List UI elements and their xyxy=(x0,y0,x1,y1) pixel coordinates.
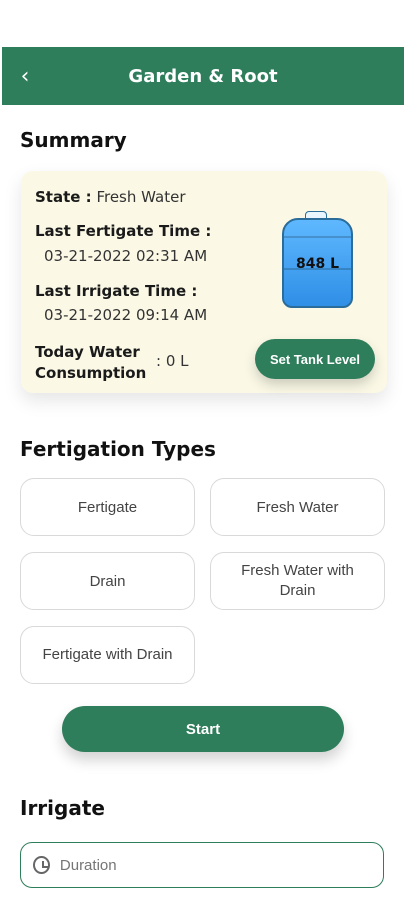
chevron-left-icon[interactable]: ‹ xyxy=(12,63,38,89)
water-tank-icon: 848 L xyxy=(280,211,355,308)
last-irrigate-value: 03-21-2022 09:14 AM xyxy=(44,306,208,324)
duration-input[interactable] xyxy=(59,856,371,874)
fertigation-types-grid: Fertigate Fresh Water Drain Fresh Water … xyxy=(20,478,386,688)
fertigation-types-title: Fertigation Types xyxy=(20,437,216,461)
type-fertigate-with-drain-button[interactable]: Fertigate with Drain xyxy=(20,626,195,684)
clock-icon xyxy=(33,856,50,874)
tank-body: 848 L xyxy=(282,218,353,308)
type-drain-button[interactable]: Drain xyxy=(20,552,195,610)
last-irrigate-label: Last Irrigate Time : xyxy=(35,282,198,300)
state-row: State : Fresh Water xyxy=(35,188,186,207)
set-tank-level-button[interactable]: Set Tank Level xyxy=(255,339,375,379)
state-label: State : xyxy=(35,188,92,206)
today-consumption-value: : 0 L xyxy=(156,352,189,370)
state-value: Fresh Water xyxy=(96,188,186,206)
today-consumption-line2: Consumption xyxy=(35,364,147,382)
today-consumption-line1: Today Water xyxy=(35,343,140,361)
type-fresh-water-with-drain-button[interactable]: Fresh Water with Drain xyxy=(210,552,385,610)
start-button[interactable]: Start xyxy=(62,706,344,752)
type-fresh-water-button[interactable]: Fresh Water xyxy=(210,478,385,536)
summary-title: Summary xyxy=(20,128,127,152)
irrigate-title: Irrigate xyxy=(20,796,105,820)
page-title: Garden & Root xyxy=(128,65,278,87)
duration-field[interactable] xyxy=(20,842,384,888)
last-fertigate-label: Last Fertigate Time : xyxy=(35,222,212,240)
tank-level-text: 848 L xyxy=(295,256,340,272)
app-header: ‹ Garden & Root xyxy=(2,47,404,105)
type-fertigate-button[interactable]: Fertigate xyxy=(20,478,195,536)
today-consumption-label: Today Water Consumption xyxy=(35,342,146,384)
last-fertigate-value: 03-21-2022 02:31 AM xyxy=(44,247,208,265)
